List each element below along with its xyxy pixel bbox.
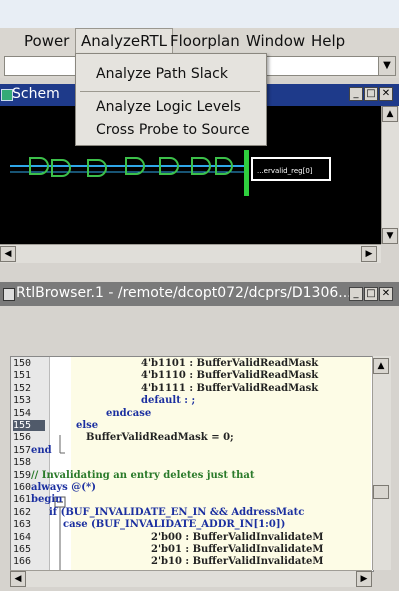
scroll-thumb[interactable]: [373, 485, 389, 499]
code-line: default : ;: [141, 395, 196, 406]
menu-item-cross-probe-to-source[interactable]: Cross Probe to Source: [96, 122, 250, 138]
scroll-down-button[interactable]: ▼: [382, 228, 398, 244]
line-number: 155: [13, 420, 45, 431]
menu-item-analyze-path-slack[interactable]: Analyze Path Slack: [96, 66, 228, 82]
code-line: endcase: [106, 408, 152, 419]
line-number: 150: [13, 358, 32, 369]
scroll-up-button[interactable]: ▲: [373, 358, 389, 374]
logic-gate[interactable]: [87, 159, 107, 177]
menu-item-analyze-logic-levels[interactable]: Analyze Logic Levels: [96, 99, 241, 115]
arrow-left-icon: ◀: [4, 249, 12, 259]
code-line: 2'b10 : BufferValidInvalidateM: [151, 556, 324, 567]
combo-dropdown-button[interactable]: ▼: [378, 56, 396, 76]
code-line: 2'b01 : BufferValidInvalidateM: [151, 544, 324, 555]
menu-window[interactable]: Window: [246, 32, 305, 50]
chevron-down-icon: ▼: [383, 60, 391, 71]
pin-column: [244, 150, 249, 196]
arrow-down-icon: ▼: [386, 231, 394, 241]
code-line: BufferValidReadMask = 0;: [86, 432, 234, 443]
close-icon: ✕: [381, 288, 391, 299]
code-line: else: [76, 420, 99, 431]
line-number: 163: [13, 519, 32, 530]
line-number: 165: [13, 544, 32, 555]
document-icon: [3, 288, 15, 301]
code-line: 4'b1110 : BufferValidReadMask: [141, 370, 319, 381]
analyzertl-dropdown-menu: Analyze Path Slack Analyze Logic Levels …: [75, 53, 267, 146]
code-line: if (BUF_INVALIDATE_EN_IN && AddressMatc: [49, 507, 305, 518]
scroll-left-button[interactable]: ◀: [0, 246, 16, 262]
line-number: 151: [13, 370, 32, 381]
arrow-up-icon: ▲: [377, 361, 385, 371]
menu-separator: [80, 91, 260, 92]
schematic-title: Schem: [12, 86, 60, 102]
code-vscrollbar[interactable]: ▲: [372, 356, 391, 570]
arrow-right-icon: ▶: [365, 249, 373, 259]
menu-bar: Power AnalyzeRTL Floorplan Window Help: [0, 28, 399, 55]
scroll-left-button[interactable]: ◀: [10, 571, 26, 587]
arrow-up-icon: ▲: [386, 109, 394, 119]
line-number: 162: [13, 507, 32, 518]
code-line: begin: [31, 494, 63, 505]
line-number: 166: [13, 556, 32, 567]
maximize-button[interactable]: □: [364, 287, 378, 301]
close-icon: ✕: [381, 88, 391, 99]
line-number: 156: [13, 432, 32, 443]
line-number: 158: [13, 457, 32, 468]
code-line: 4'b1111 : BufferValidReadMask: [141, 383, 319, 394]
code-editor[interactable]: 150 151 152 153 154 155 156 157 158 159 160 161 162 1…: [10, 356, 374, 572]
code-text[interactable]: 4'b1101 : BufferValidReadMask 4'b1110 : B…: [31, 357, 371, 571]
minimize-icon: _: [353, 288, 359, 299]
close-button[interactable]: ✕: [379, 287, 393, 301]
code-line: 2'b00 : BufferValidInvalidateM: [151, 532, 324, 543]
code-line: // Invalidating an entry deletes just th…: [31, 470, 255, 481]
code-line: end: [31, 445, 52, 456]
scroll-up-button[interactable]: ▲: [382, 106, 398, 122]
code-line: case (BUF_INVALIDATE_ADDR_IN[1:0]): [63, 519, 286, 530]
line-number: 153: [13, 395, 32, 406]
maximize-icon: □: [366, 288, 376, 299]
code-hscrollbar[interactable]: ◀ ▶: [10, 570, 372, 587]
line-number-gutter: 150 151 152 153 154 155 156 157 158 159 160 161 162 1…: [11, 357, 50, 571]
minimize-icon: _: [353, 88, 359, 99]
minimize-button[interactable]: _: [349, 287, 363, 301]
schematic-hscrollbar[interactable]: ◀ ▶: [0, 244, 381, 263]
fold-margin: [51, 357, 69, 571]
scroll-right-button[interactable]: ▶: [361, 246, 377, 262]
arrow-left-icon: ◀: [14, 574, 22, 584]
line-number: 154: [13, 408, 32, 419]
line-number: 164: [13, 532, 32, 543]
rtlbrowser-title: RtlBrowser.1 - /remote/dcopt072/dcprs/D1…: [16, 285, 352, 301]
menu-floorplan[interactable]: Floorplan: [170, 32, 240, 50]
selected-cell-label: ...ervalid_reg[0]: [257, 167, 313, 175]
arrow-right-icon: ▶: [360, 574, 368, 584]
code-line: 4'b1101 : BufferValidReadMask: [141, 358, 319, 369]
code-line: always @(*): [31, 482, 96, 493]
menu-power[interactable]: Power: [24, 32, 69, 50]
logic-gate[interactable]: [51, 159, 71, 177]
menu-analyzertl[interactable]: AnalyzeRTL: [75, 28, 173, 54]
rtlbrowser-titlebar[interactable]: RtlBrowser.1 - /remote/dcopt072/dcprs/D1…: [0, 282, 399, 306]
line-number: 152: [13, 383, 32, 394]
scroll-right-button[interactable]: ▶: [356, 571, 372, 587]
title-strip: [0, 0, 399, 28]
menu-help[interactable]: Help: [311, 32, 345, 50]
close-button[interactable]: ✕: [379, 87, 393, 101]
schematic-vscrollbar[interactable]: ▲ ▼: [381, 106, 399, 244]
maximize-button[interactable]: □: [364, 87, 378, 101]
minimize-button[interactable]: _: [349, 87, 363, 101]
maximize-icon: □: [366, 88, 376, 99]
